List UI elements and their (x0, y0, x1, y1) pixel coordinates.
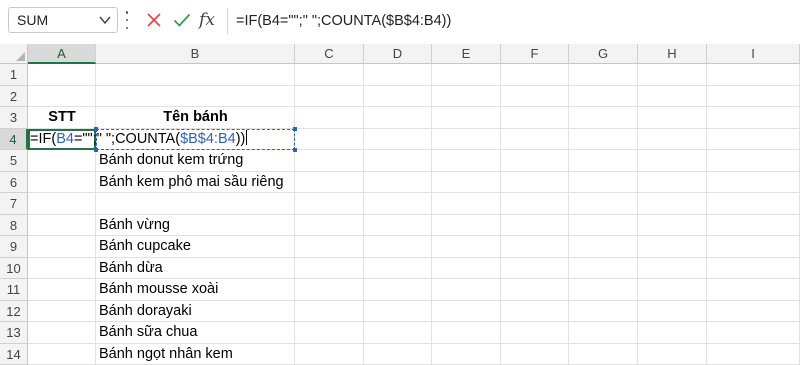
row-header-2[interactable]: 2 (0, 85, 28, 107)
column-header-I[interactable]: I (707, 44, 800, 64)
gridline-horizontal (28, 84, 800, 86)
row-header-13[interactable]: 13 (0, 322, 28, 344)
gridline-vertical (363, 64, 364, 365)
formula-bar: SUM fx =IF(B4="";" ";COUNTA($B$4:B4)) (0, 0, 800, 45)
row-header-4[interactable]: 4 (0, 128, 28, 150)
row-header-11[interactable]: 11 (0, 279, 28, 301)
column-header-row: ABCDEFGHI (0, 44, 800, 64)
row-header-3[interactable]: 3 (0, 107, 28, 129)
cell-B6[interactable]: Bánh kem phô mai sầu riêng (99, 172, 284, 193)
gridline-vertical (431, 64, 432, 365)
edit-ref-1: B4 (56, 131, 74, 147)
cell-B9[interactable]: Bánh cupcake (99, 236, 191, 257)
cell-B3[interactable]: Tên bánh (96, 107, 295, 128)
cell-A4-edit-text[interactable]: =IF(B4="";" ";COUNTA($B$4:B4)) (30, 129, 248, 150)
row-header-7[interactable]: 7 (0, 193, 28, 215)
column-header-C[interactable]: C (295, 44, 364, 64)
cell-B8[interactable]: Bánh vừng (99, 215, 170, 236)
enter-button[interactable] (170, 8, 194, 32)
formula-bar-separator-icon[interactable] (124, 11, 130, 29)
column-header-D[interactable]: D (364, 44, 432, 64)
row-header-1[interactable]: 1 (0, 64, 28, 86)
cell-B11[interactable]: Bánh mousse xoài (99, 279, 218, 300)
cell-B5[interactable]: Bánh donut kem trứng (99, 150, 243, 171)
enter-check-icon (173, 13, 191, 27)
fx-icon: fx (199, 10, 215, 30)
row-header-8[interactable]: 8 (0, 214, 28, 236)
cell-grid[interactable]: STT Tên bánh =IF(B4="";" ";COUNTA($B$4:B… (28, 64, 800, 365)
edit-part-3: )) (235, 131, 246, 147)
column-header-A[interactable]: A (28, 44, 96, 64)
edit-part-1: =IF( (30, 131, 57, 147)
row-header-9[interactable]: 9 (0, 236, 28, 258)
row-header-14[interactable]: 14 (0, 343, 28, 365)
cancel-button[interactable] (142, 8, 166, 32)
gridline-vertical (706, 64, 707, 365)
cancel-x-icon (147, 13, 161, 27)
column-header-F[interactable]: F (501, 44, 569, 64)
cell-B12[interactable]: Bánh dorayaki (99, 301, 192, 322)
column-header-H[interactable]: H (638, 44, 707, 64)
column-header-G[interactable]: G (569, 44, 638, 64)
select-all-button[interactable] (0, 44, 28, 64)
insert-function-button[interactable]: fx (196, 8, 218, 32)
text-caret (246, 130, 248, 145)
cell-B14[interactable]: Bánh ngọt nhân kem (99, 344, 233, 365)
row-header-5[interactable]: 5 (0, 150, 28, 172)
edit-ref-2: $B$4:B4 (180, 131, 236, 147)
name-box[interactable]: SUM (8, 7, 118, 33)
formula-input[interactable]: =IF(B4="";" ";COUNTA($B$4:B4)) (227, 8, 800, 34)
row-header-6[interactable]: 6 (0, 171, 28, 193)
column-header-E[interactable]: E (432, 44, 501, 64)
column-header-B[interactable]: B (96, 44, 295, 64)
cell-A3[interactable]: STT (28, 107, 96, 128)
name-box-value: SUM (17, 12, 49, 28)
cell-B13[interactable]: Bánh sữa chua (99, 322, 197, 343)
gridline-vertical (568, 64, 569, 365)
row-header-10[interactable]: 10 (0, 257, 28, 279)
edit-part-2: ="";" ";COUNTA( (73, 131, 181, 147)
gridline-vertical (500, 64, 501, 365)
row-header-12[interactable]: 12 (0, 300, 28, 322)
chevron-down-icon[interactable] (99, 15, 111, 25)
cell-B10[interactable]: Bánh dừa (99, 258, 163, 279)
gridline-vertical (637, 64, 638, 365)
